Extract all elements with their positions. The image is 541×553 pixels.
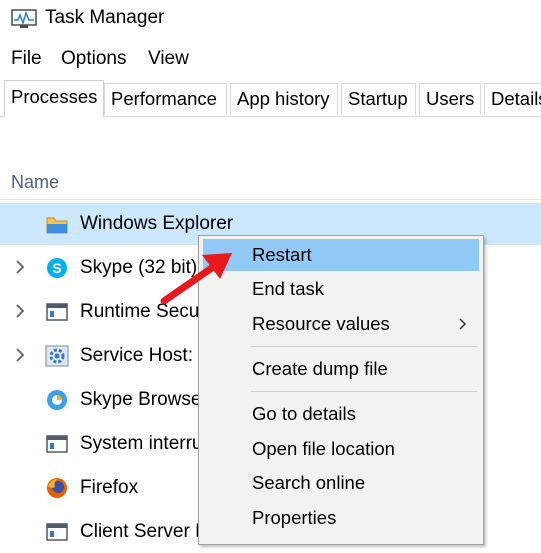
context-item-label: Resource values bbox=[252, 313, 390, 334]
firefox-icon bbox=[47, 478, 67, 498]
tab-processes[interactable]: Processes bbox=[4, 80, 104, 117]
chevron-right-icon[interactable] bbox=[14, 259, 26, 275]
menu-file[interactable]: File bbox=[11, 48, 42, 70]
annotation-arrow-icon bbox=[160, 253, 232, 305]
tab-startup[interactable]: Startup bbox=[341, 83, 416, 115]
process-label: Windows Explorer bbox=[80, 213, 234, 234]
chevron-right-icon bbox=[459, 318, 467, 330]
context-item-label: Search online bbox=[252, 472, 366, 493]
window-app-icon bbox=[46, 303, 68, 321]
process-label: Skype Browser bbox=[80, 389, 208, 410]
skype-icon: S bbox=[47, 258, 67, 278]
context-item-properties[interactable]: Properties bbox=[203, 502, 479, 534]
menu-bar: File Options View bbox=[0, 44, 541, 74]
process-label: System interru bbox=[80, 433, 203, 454]
menu-view[interactable]: View bbox=[148, 48, 189, 70]
context-item-create-dump-file[interactable]: Create dump file bbox=[203, 353, 479, 385]
column-divider bbox=[0, 199, 541, 200]
context-item-open-file-location[interactable]: Open file location bbox=[203, 433, 479, 465]
menu-separator bbox=[251, 346, 477, 347]
task-manager-icon bbox=[11, 9, 37, 28]
tab-users[interactable]: Users bbox=[419, 83, 481, 115]
process-label: Service Host: S bbox=[80, 345, 211, 366]
tab-details[interactable]: Details bbox=[484, 83, 541, 115]
context-item-label: Open file location bbox=[252, 438, 395, 459]
tab-strip: Processes Performance App history Startu… bbox=[0, 80, 541, 117]
process-label: Client Server R bbox=[80, 521, 209, 542]
context-item-label: Go to details bbox=[252, 403, 356, 424]
context-item-label: Properties bbox=[252, 507, 337, 528]
context-item-resource-values[interactable]: Resource values bbox=[203, 308, 479, 340]
chevron-right-icon[interactable] bbox=[14, 347, 26, 363]
process-label: Firefox bbox=[80, 477, 139, 498]
tab-performance[interactable]: Performance bbox=[104, 83, 227, 115]
menu-options[interactable]: Options bbox=[61, 48, 126, 70]
context-item-go-to-details[interactable]: Go to details bbox=[203, 398, 479, 430]
context-item-label: Restart bbox=[252, 244, 312, 265]
tab-app-history[interactable]: App history bbox=[230, 83, 338, 115]
window-app-icon bbox=[46, 523, 68, 541]
folder-icon bbox=[46, 217, 68, 234]
window-app-icon bbox=[46, 435, 68, 453]
context-item-label: End task bbox=[252, 278, 324, 299]
context-item-label: Create dump file bbox=[252, 358, 388, 379]
context-item-search-online[interactable]: Search online bbox=[203, 467, 479, 499]
chevron-right-icon[interactable] bbox=[14, 303, 26, 319]
svg-text:S: S bbox=[52, 260, 61, 276]
window-title: Task Manager bbox=[45, 7, 165, 28]
title-bar: Task Manager bbox=[0, 0, 541, 40]
gear-icon bbox=[45, 345, 69, 367]
menu-separator bbox=[251, 391, 477, 392]
column-header-name[interactable]: Name bbox=[11, 172, 59, 193]
skype-browser-icon bbox=[47, 390, 67, 410]
